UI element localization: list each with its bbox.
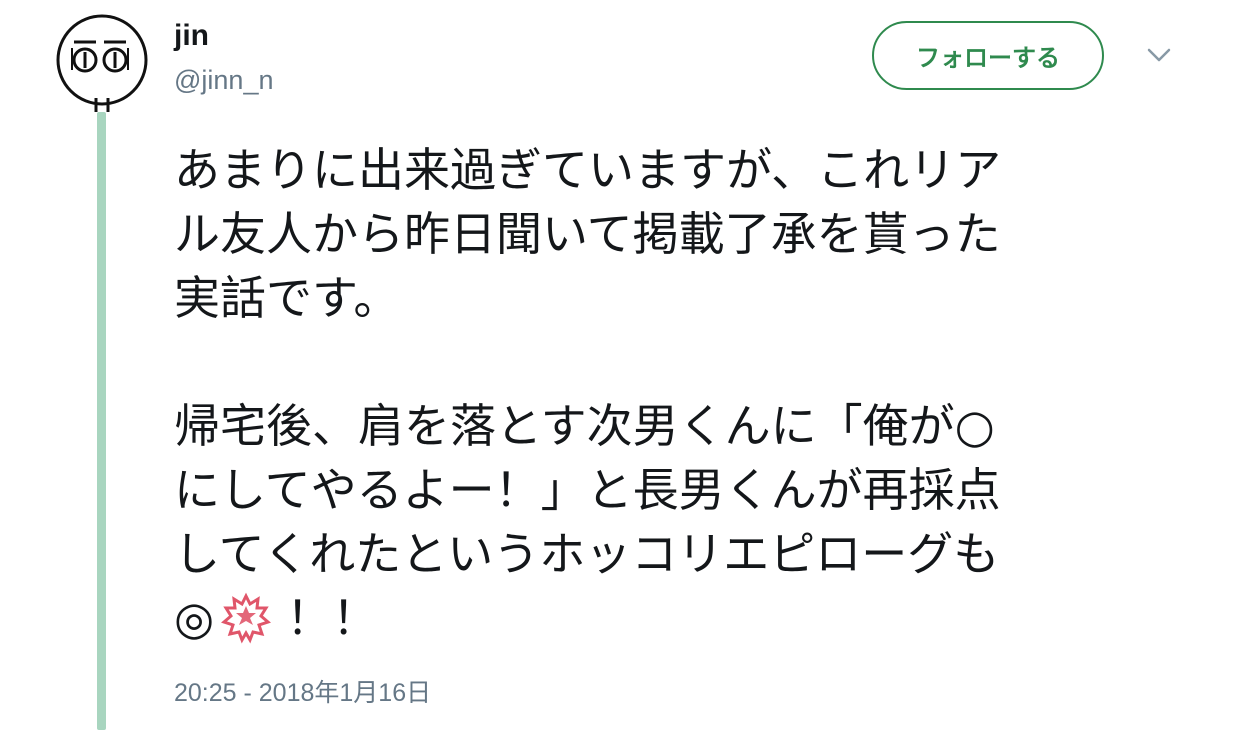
tweet-text-line: ル友人から昨日聞いて掲載了承を貰った <box>174 207 1001 261</box>
double-circle-glyph: ◎ <box>174 591 215 645</box>
user-handle[interactable]: @jinn_n <box>174 62 273 98</box>
tweet-text-line: 帰宅後、肩を落とす次男くんに「俺が○ <box>174 399 995 453</box>
follow-button[interactable]: フォローする <box>872 21 1104 90</box>
tweet-text-line: 実話です。 <box>174 271 400 325</box>
tweet-text-blank-line <box>174 330 1184 394</box>
tweet-text-line-emoji: ◎ ！！ <box>174 586 1184 650</box>
tweet-card: jin @jinn_n フォローする あまりに出来過ぎていますが、これリア ル友… <box>0 0 1240 730</box>
more-options-button[interactable] <box>1144 44 1174 66</box>
avatar[interactable] <box>52 14 152 114</box>
display-name[interactable]: jin <box>174 16 209 56</box>
cherry-blossom-stamp-icon <box>221 592 272 644</box>
tweet-text-line: あまりに出来過ぎていますが、これリア <box>174 143 1002 197</box>
tweet-text-line: にしてやるよー！」と長男くんが再採点 <box>174 463 1001 517</box>
thread-connector-line <box>97 112 106 730</box>
tweet-timestamp[interactable]: 20:25 - 2018年1月16日 <box>174 676 431 710</box>
tweet-text-line: してくれたというホッコリエピローグも <box>174 527 1000 581</box>
chevron-down-icon <box>1147 48 1171 62</box>
exclamation-text: ！！ <box>286 591 379 645</box>
tweet-text: あまりに出来過ぎていますが、これリア ル友人から昨日聞いて掲載了承を貰った 実話… <box>174 138 1184 650</box>
avatar-drawing-icon <box>56 14 148 112</box>
